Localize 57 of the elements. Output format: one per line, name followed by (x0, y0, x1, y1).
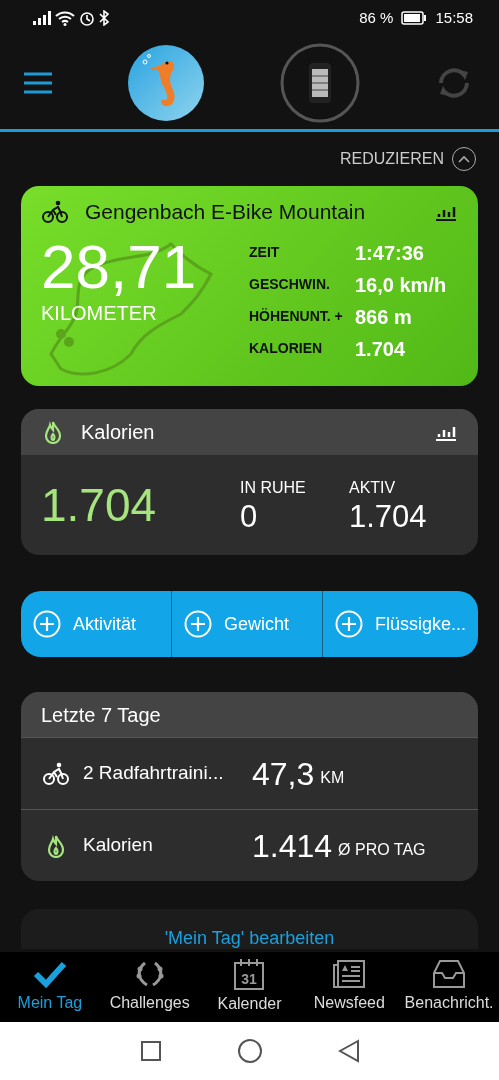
stat-value: 866 m (355, 304, 412, 330)
alarm-icon (79, 10, 95, 26)
stat-label: HÖHENUNT. + (249, 307, 344, 326)
stat-label: ZEIT (249, 243, 281, 262)
bike-icon (42, 762, 70, 785)
calories-part-label: IN RUHE (239, 477, 307, 498)
calories-part-value: 1.704 (348, 499, 428, 535)
stat-label: KALORIEN (249, 339, 324, 358)
tab[interactable]: Challenges (99, 952, 200, 1022)
calories-part-label: AKTIV (348, 477, 397, 498)
edit-link[interactable]: 'Mein Tag' bearbeiten (164, 929, 335, 949)
plus-icon (334, 610, 363, 638)
tab[interactable]: Benachricht. (399, 952, 499, 1022)
tab[interactable]: Newsfeed (299, 952, 400, 1022)
plus-icon (184, 610, 212, 638)
stat-value: 16,0 km/h (355, 272, 447, 298)
stat-label: GESCHWIN. (249, 275, 331, 294)
distance-value: 28,71 (41, 235, 198, 298)
tab[interactable]: Mein Tag (0, 952, 100, 1022)
stat-value: 1:47:36 (355, 240, 424, 266)
recent-apps-icon[interactable] (139, 1040, 162, 1062)
back-icon[interactable] (337, 1039, 360, 1063)
summary-value: 47,3 (252, 754, 315, 794)
summary-card[interactable]: Letzte 7 Tage 2 Radfahrtraini... 47,3 KM Kalorien 1.414 Ø PRO TAG (21, 692, 478, 881)
calories-total: 1.704 (41, 477, 158, 533)
summary-value: 1.414 (252, 826, 333, 866)
collapse-button[interactable]: REDUZIEREN (340, 147, 476, 171)
device-icon[interactable] (280, 42, 360, 123)
newspaper-icon (332, 959, 367, 989)
chevron-icon (458, 155, 470, 163)
summary-label: 2 Radfahrtraini... (82, 761, 225, 786)
tab[interactable]: 31 Kalender (199, 952, 300, 1022)
calories-part-value: 0 (239, 499, 259, 535)
battery-percent: 86 % (359, 7, 394, 28)
summary-unit: KM (320, 767, 345, 788)
clock-time: 15:58 (435, 7, 473, 28)
stat-value: 1.704 (355, 336, 406, 362)
avatar-icon[interactable] (127, 43, 205, 122)
bluetooth-icon (99, 10, 109, 26)
distance-unit: KILOMETER (41, 300, 158, 326)
plus-icon (33, 610, 61, 638)
battery-icon (401, 11, 428, 25)
check-icon (32, 959, 67, 989)
calories-card[interactable]: Kalorien 1.704 IN RUHE 0 AKTIV 1.704 (21, 409, 478, 555)
card-title: Kalorien (81, 420, 156, 445)
activity-title: Gengenbach E-Bike Mountain (85, 199, 367, 225)
summary-unit: Ø PRO TAG (338, 839, 426, 860)
wifi-icon (55, 10, 75, 26)
card-title: Letzte 7 Tage (41, 702, 161, 728)
menu-button[interactable] (24, 71, 52, 94)
activity-card[interactable]: Gengenbach E-Bike Mountain 28,71 KILOMETER ZEIT 1:47:36 GESCHWIN. 16,0 km/h HÖHENUNT. + 866 m KALORIEN 1.704 (21, 186, 478, 386)
bike-icon (41, 200, 69, 224)
home-icon[interactable] (236, 1038, 263, 1064)
summary-label: Kalorien (82, 833, 154, 858)
signal-icon (33, 11, 51, 25)
menu-icon (24, 71, 52, 94)
inbox-icon (432, 959, 467, 989)
